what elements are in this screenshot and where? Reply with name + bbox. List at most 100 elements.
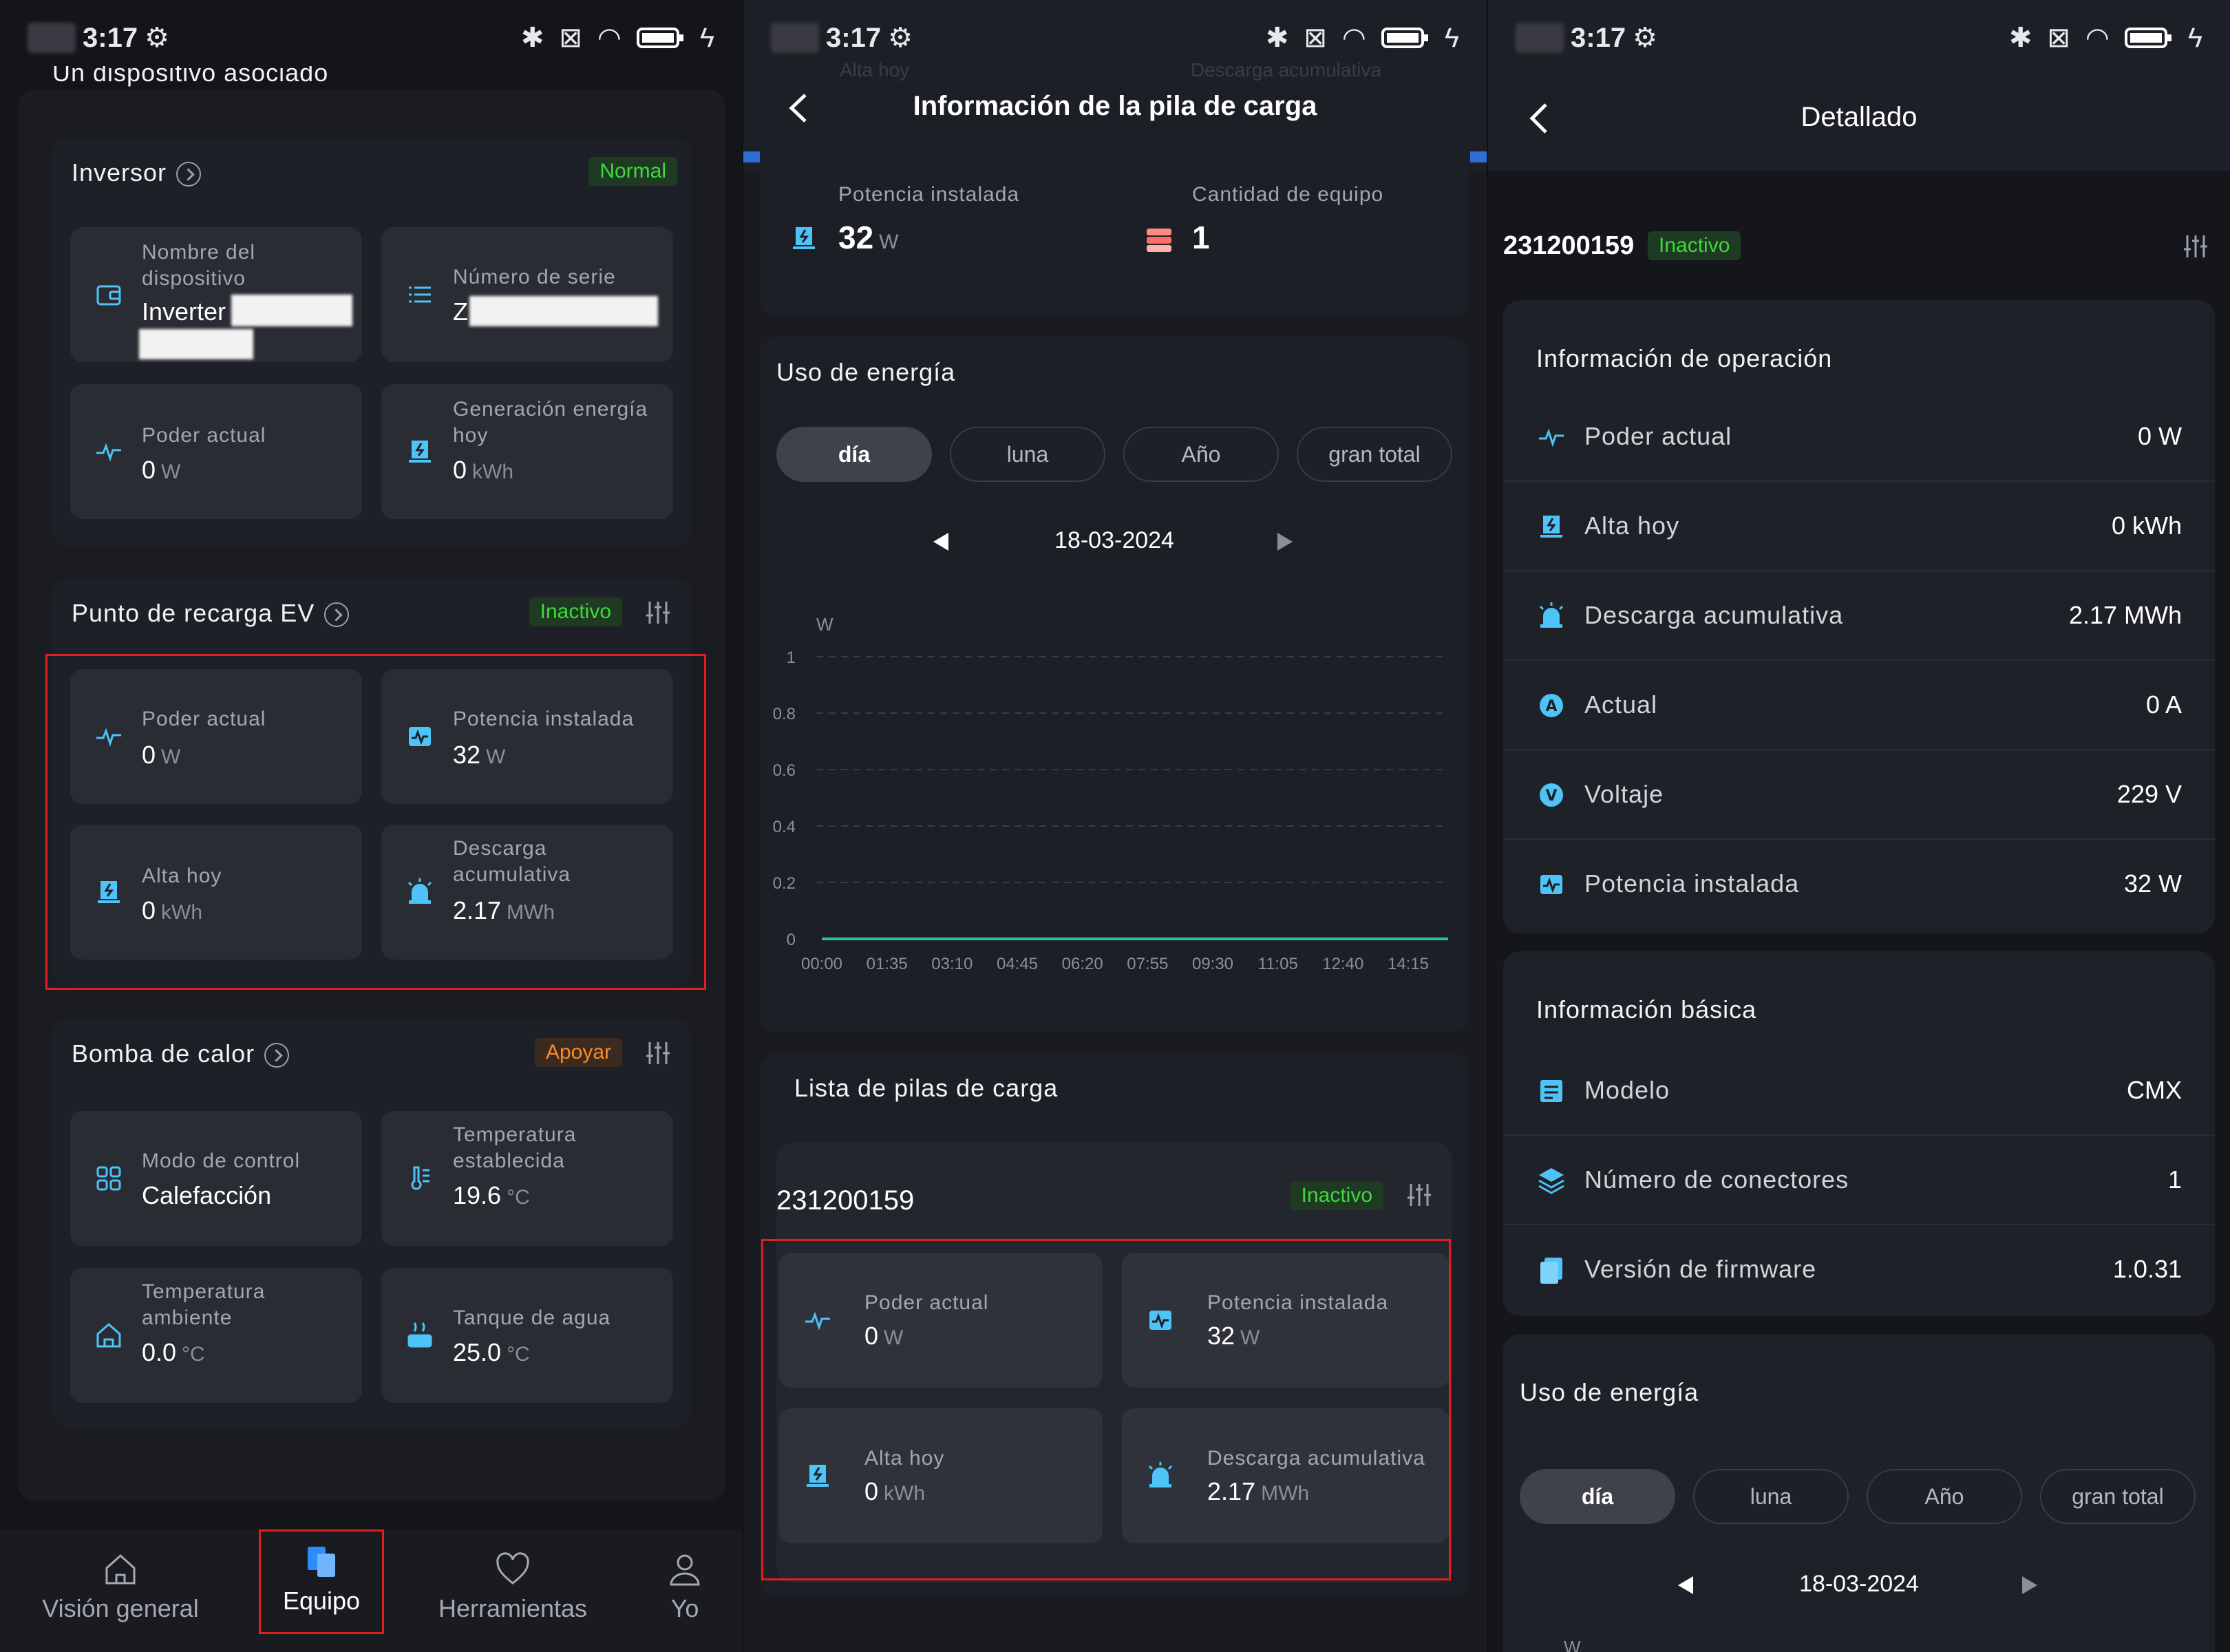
inverter-card[interactable]: Inversor Normal Nombre del dispositivo I… bbox=[52, 138, 691, 547]
operation-info-card: Información de operación Poder actual 0 W… bbox=[1503, 300, 2215, 933]
wifi-icon: ◠ bbox=[597, 23, 622, 53]
status-time: 3:17 bbox=[83, 22, 138, 53]
summary-card: Potencia instalada 32 W Cantidad de equip… bbox=[760, 158, 1469, 317]
home-icon bbox=[96, 1323, 121, 1348]
equipment-count-label: Cantidad de equipo bbox=[1192, 183, 1384, 206]
tile-water-tank: Tanque de agua 25.0 °C bbox=[381, 1268, 673, 1403]
panel-charging-pile-info: 3:17 ⚙ ✱ ⊠ ◠ ϟ Alta hoy Descarga acumulat… bbox=[743, 0, 1487, 1652]
model-icon bbox=[1540, 1080, 1562, 1102]
pulse-icon bbox=[1539, 428, 1564, 447]
inverter-title: Inversor bbox=[72, 158, 167, 187]
row-label: Poder actual bbox=[1584, 422, 1732, 450]
basic-title: Información básica bbox=[1536, 995, 1757, 1024]
chevron-right-icon[interactable] bbox=[176, 162, 202, 187]
tile-label: Nombre del dispositivo bbox=[142, 241, 256, 290]
redacted-area bbox=[469, 296, 658, 326]
alarm-icon bbox=[1539, 602, 1564, 628]
next-date-icon[interactable] bbox=[2021, 1575, 2039, 1596]
page-title: Información de la pila de carga bbox=[913, 91, 1317, 121]
tab-month[interactable]: luna bbox=[1693, 1469, 1849, 1524]
pulse-icon bbox=[96, 443, 121, 462]
charging-icon: ϟ bbox=[2187, 22, 2202, 53]
nav-tools[interactable]: Herramientas bbox=[413, 1529, 613, 1652]
heat-pump-card[interactable]: Bomba de calor Apoyar Modo de control Ca… bbox=[52, 1019, 691, 1428]
blurred-area bbox=[771, 23, 819, 53]
row-label: Voltaje bbox=[1584, 780, 1664, 808]
redacted-area bbox=[139, 329, 253, 359]
ev-title: Punto de recarga EV bbox=[72, 599, 315, 627]
list-title: Lista de pilas de carga bbox=[794, 1074, 1059, 1102]
svg-text:V: V bbox=[1545, 787, 1557, 805]
layers-icon bbox=[1538, 1168, 1564, 1194]
ghost-label-right: Descarga acumulativa bbox=[1191, 59, 1382, 81]
basic-info-card: Información básica Modelo CMX Número de c… bbox=[1503, 951, 2215, 1316]
power-today-icon bbox=[793, 227, 815, 249]
x-tick-label: 11:05 bbox=[1258, 955, 1298, 973]
edge-marker bbox=[743, 151, 760, 162]
charging-icon: ϟ bbox=[699, 22, 714, 53]
nav-label: Equipo bbox=[282, 1587, 361, 1615]
tile-unit: kWh bbox=[472, 460, 514, 483]
row-today: Alta hoy 0 kWh bbox=[1503, 482, 2215, 571]
nav-label: Visión general bbox=[42, 1594, 199, 1622]
row-firmware: Versión de firmware 1.0.31 bbox=[1503, 1225, 2215, 1315]
tab-day[interactable]: día bbox=[776, 427, 932, 482]
svg-text:A: A bbox=[1545, 698, 1557, 715]
tile-unit: °C bbox=[507, 1343, 530, 1366]
x-tick-label: 12:40 bbox=[1322, 955, 1363, 973]
tile-value: Calefacción bbox=[142, 1181, 272, 1209]
status-badge: Apoyar bbox=[534, 1038, 622, 1067]
tile-generation-today: Generación energía hoy 0 kWh bbox=[381, 384, 673, 519]
status-badge: Inactivo bbox=[1648, 231, 1741, 260]
tile-label: Temperatura ambiente bbox=[142, 1280, 266, 1329]
tab-total[interactable]: gran total bbox=[2040, 1469, 2196, 1524]
next-date-icon[interactable] bbox=[1276, 531, 1294, 552]
nav-label: Yo bbox=[670, 1594, 699, 1622]
tab-year[interactable]: Año bbox=[1123, 427, 1279, 482]
y-tick-label: 1 bbox=[787, 648, 796, 667]
nav-equipment[interactable]: Equipo bbox=[259, 1529, 384, 1634]
row-label: Modelo bbox=[1584, 1076, 1670, 1104]
sliders-icon[interactable] bbox=[2182, 233, 2209, 260]
row-current-power: Poder actual 0 W bbox=[1503, 392, 2215, 482]
tile-label: Número de serie bbox=[453, 266, 616, 288]
chevron-right-icon[interactable] bbox=[324, 602, 350, 628]
tab-month[interactable]: luna bbox=[950, 427, 1105, 482]
y-tick-label: 0.4 bbox=[773, 818, 796, 836]
row-model: Modelo CMX bbox=[1503, 1046, 2215, 1136]
page-title: Detallado bbox=[1801, 102, 1918, 132]
date-label[interactable]: 18-03-2024 bbox=[1503, 1571, 2215, 1598]
battery-icon bbox=[1381, 28, 1428, 48]
date-label[interactable]: 18-03-2024 bbox=[760, 527, 1469, 554]
energy-title: Uso de energía bbox=[776, 358, 956, 386]
installed-power-icon bbox=[1540, 875, 1562, 894]
row-value: 2.17 MWh bbox=[2068, 601, 2182, 629]
status-time: 3:17 bbox=[826, 22, 882, 53]
operation-title: Información de operación bbox=[1536, 344, 1833, 372]
sliders-icon[interactable] bbox=[644, 1039, 672, 1067]
cut-heading: Un dispositivo asociado bbox=[52, 66, 329, 87]
nav-label: Herramientas bbox=[438, 1594, 588, 1622]
tab-day[interactable]: día bbox=[1520, 1469, 1675, 1524]
wallet-icon bbox=[96, 285, 121, 306]
y-axis-unit: W bbox=[816, 614, 833, 635]
x-tick-label: 04:45 bbox=[997, 955, 1038, 973]
power-today-icon bbox=[1540, 516, 1562, 538]
y-tick-label: 0.2 bbox=[773, 874, 796, 893]
equipment-count-value: 1 bbox=[1192, 220, 1210, 255]
tab-total[interactable]: gran total bbox=[1297, 427, 1452, 482]
sliders-icon[interactable] bbox=[1405, 1181, 1433, 1209]
devices-icon bbox=[308, 1547, 335, 1577]
charging-icon: ϟ bbox=[1444, 22, 1459, 53]
nav-overview[interactable]: Visión general bbox=[14, 1529, 227, 1652]
tile-label: Generación energía hoy bbox=[453, 398, 648, 447]
nav-me[interactable]: Yo bbox=[633, 1529, 736, 1652]
sliders-icon[interactable] bbox=[644, 599, 672, 626]
thermometer-icon bbox=[411, 1166, 429, 1190]
status-time: 3:17 bbox=[1571, 22, 1626, 53]
tab-year[interactable]: Año bbox=[1867, 1469, 2022, 1524]
x-tick-label: 03:10 bbox=[931, 955, 973, 973]
chevron-right-icon[interactable] bbox=[264, 1043, 290, 1068]
grid-icon bbox=[96, 1166, 121, 1191]
power-today-icon bbox=[409, 441, 431, 463]
